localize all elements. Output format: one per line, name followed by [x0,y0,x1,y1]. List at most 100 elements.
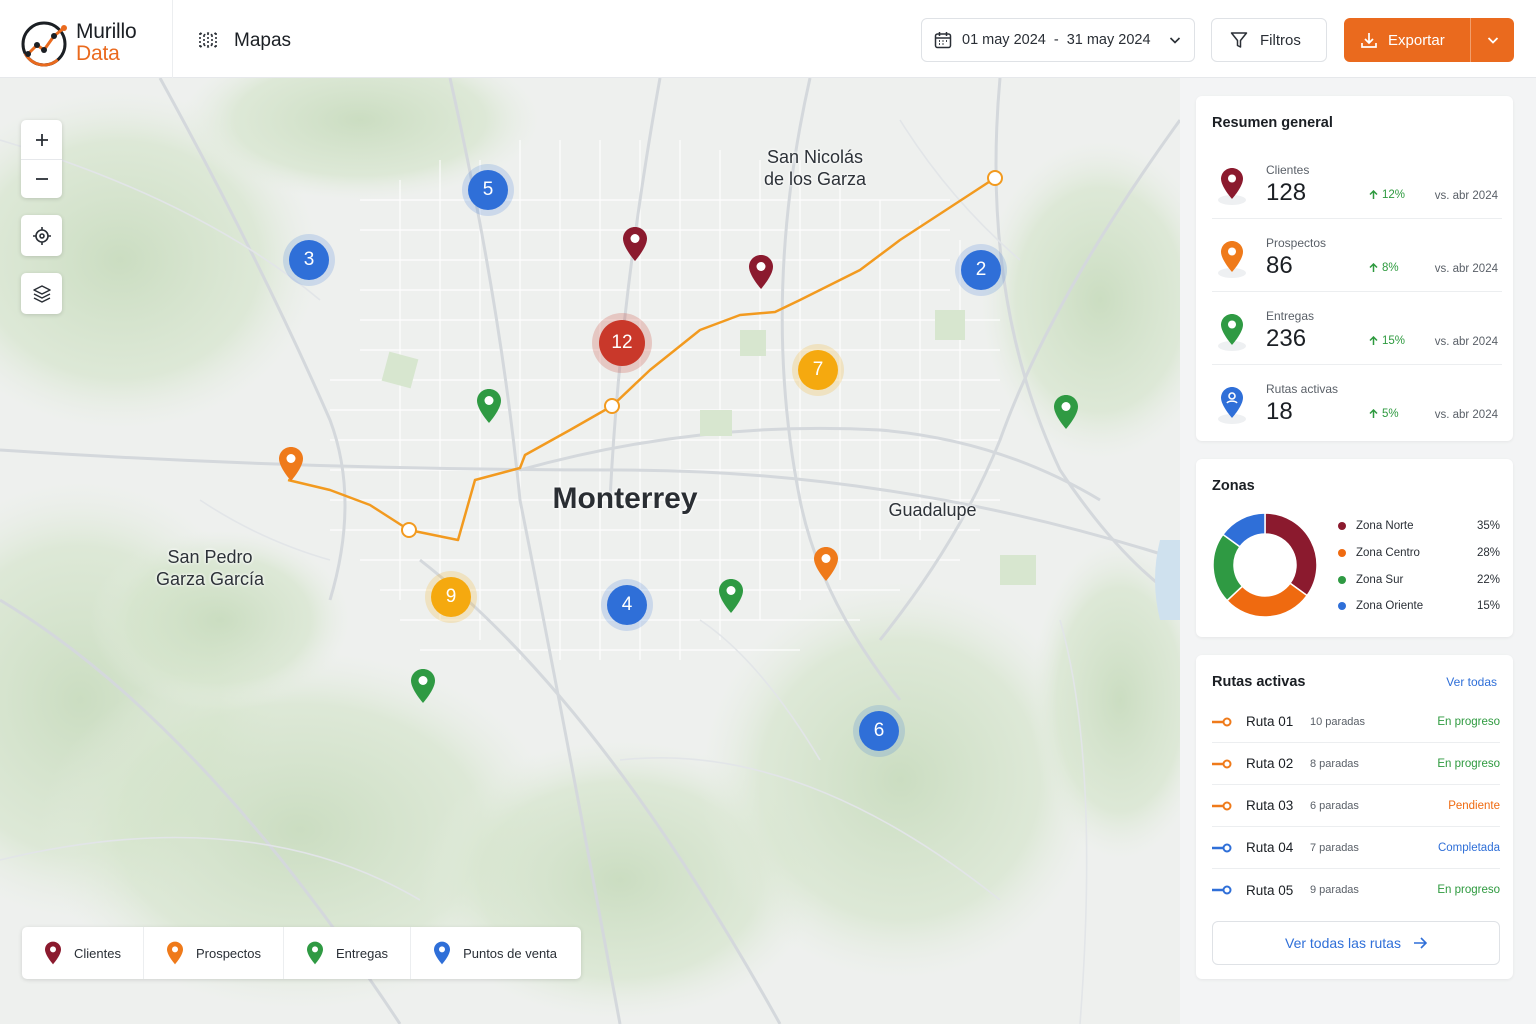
stat-entregas[interactable]: Entregas 236 15% vs. abr 2024 [1212,292,1502,365]
legend-item-prospectos[interactable]: Prospectos [144,927,285,979]
right-sidebar: Resumen general Clientes 128 12% vs. abr… [1180,78,1536,1024]
map-cluster[interactable]: 3 [289,240,329,280]
place-label: de los Garza [763,169,867,189]
layers-button[interactable] [21,273,62,314]
arrow-up-icon [1369,336,1378,345]
route-status: En progreso [1437,757,1500,770]
map-cluster[interactable]: 9 [431,577,471,617]
export-button[interactable]: Exportar [1344,18,1470,62]
filters-button[interactable]: Filtros [1211,18,1327,62]
route-stops: 6 paradas [1310,799,1359,812]
prospect-pin-icon[interactable] [813,546,839,582]
header-divider [172,0,173,78]
route-name: Ruta 02 [1246,756,1294,771]
route-stops: 8 paradas [1310,757,1359,770]
zone-dot [1338,576,1346,584]
brand-logo[interactable]: Murillo Data [20,18,170,68]
stat-compare: vs. abr 2024 [1434,409,1498,421]
route-stop[interactable] [401,522,417,538]
arrow-up-icon [1369,190,1378,199]
map-cluster[interactable]: 5 [468,170,508,210]
zone-pct: 35% [1476,520,1500,532]
stat-label: Clientes [1266,163,1310,177]
stat-value: 86 [1266,252,1293,279]
map-cluster[interactable]: 12 [599,320,645,366]
route-icon [1212,717,1232,726]
export-options-button[interactable] [1471,33,1514,47]
stat-rutas-activas[interactable]: Rutas activas 18 5% vs. abr 2024 [1212,365,1502,438]
minus-icon [35,178,48,180]
date-range-picker[interactable]: 01 may 2024 - 31 may 2024 [921,18,1195,62]
routes-card: Rutas activas Ver todas Ruta 01 10 parad… [1196,655,1513,979]
route-row[interactable]: Ruta 01 10 paradas En progreso [1212,701,1500,743]
route-row[interactable]: Ruta 05 9 paradas En progreso [1212,869,1500,911]
map-cluster[interactable]: 4 [607,585,647,625]
delivery-pin-icon[interactable] [718,578,744,614]
client-pin-icon [45,941,61,965]
summary-title: Resumen general [1212,115,1333,131]
map-cluster[interactable]: 6 [859,711,899,751]
page-title: Mapas [234,30,292,51]
zoom-controls [21,120,62,198]
legend-label: Prospectos [195,945,262,961]
layers-icon [32,284,51,303]
stat-clientes[interactable]: Clientes 128 12% vs. abr 2024 [1212,146,1502,219]
route-row[interactable]: Ruta 03 6 paradas Pendiente [1212,785,1500,827]
route-icon [1212,801,1232,810]
delivery-pin-icon[interactable] [476,388,502,424]
route-stop[interactable] [604,398,620,414]
place-san-pedro: San Pedro Garza García [140,546,280,590]
route-pin-icon [1218,387,1246,424]
route-row[interactable]: Ruta 02 8 paradas En progreso [1212,743,1500,785]
stat-prospectos[interactable]: Prospectos 86 8% vs. abr 2024 [1212,219,1502,292]
zone-label: Zona Sur [1356,574,1404,586]
route-status: Pendiente [1448,799,1500,812]
download-icon [1361,33,1377,48]
place-label: San Pedro [167,547,253,567]
prospect-pin-icon [1218,241,1246,278]
stat-compare: vs. abr 2024 [1434,263,1498,275]
zone-pct: 22% [1476,574,1500,586]
prospect-pin-icon[interactable] [278,446,304,482]
map-cluster[interactable]: 2 [961,250,1001,290]
stat-change-value: 15% [1382,335,1406,347]
zoom-in-button[interactable] [21,120,62,159]
client-pin-icon[interactable] [622,226,648,262]
legend-item-puntos-de-venta[interactable]: Puntos de venta [411,927,579,979]
zone-row: Zona Centro 28% [1338,547,1500,559]
map-legend: Clientes Prospectos Entregas Puntos de v… [22,927,581,979]
prospect-pin-icon [166,941,183,965]
stat-label: Entregas [1266,309,1315,323]
zone-label: Zona Centro [1356,547,1420,559]
place-label: San Nicolás [766,147,864,167]
arrow-up-icon [1369,409,1378,418]
zone-dot [1338,602,1346,610]
stat-change: 15% [1369,335,1405,347]
filter-icon [1230,32,1248,48]
delivery-pin-icon[interactable] [1053,394,1079,430]
client-pin-icon[interactable] [748,254,774,290]
see-all-link[interactable]: Ver todas [1446,675,1497,689]
route-stops: 10 paradas [1310,715,1366,728]
legend-item-clientes[interactable]: Clientes [22,927,144,979]
locate-button[interactable] [21,215,62,256]
logo-mark-icon [21,21,67,67]
zoom-out-button[interactable] [21,159,62,198]
zones-title: Zonas [1212,478,1255,494]
stat-change: 8% [1369,262,1399,274]
map-view[interactable]: San Nicolás de los Garza Monterrey Guada… [0,78,1180,1024]
sales-point-pin-icon [434,941,451,965]
delivery-pin-icon [1218,314,1246,351]
stat-change: 5% [1369,408,1399,420]
see-all-routes-button[interactable]: Ver todas las rutas [1212,921,1500,965]
route-stops: 9 paradas [1310,884,1359,896]
route-stop[interactable] [987,170,1003,186]
legend-item-entregas[interactable]: Entregas [284,927,412,979]
route-stops: 7 paradas [1310,841,1359,854]
route-row[interactable]: Ruta 04 7 paradas Completada [1212,827,1500,869]
stat-label: Prospectos [1266,236,1327,250]
route-status: En progreso [1437,884,1500,896]
delivery-pin-icon[interactable] [410,668,436,704]
calendar-icon [934,32,952,49]
map-cluster[interactable]: 7 [798,350,838,390]
